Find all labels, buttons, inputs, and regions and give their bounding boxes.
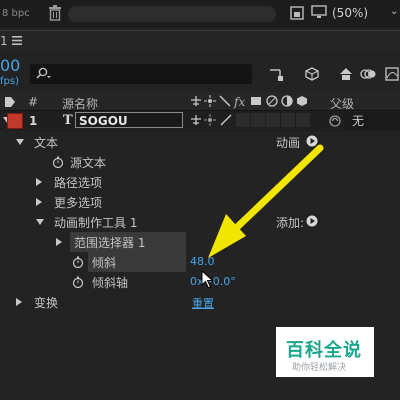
animate-menu-label[interactable]: 动画 bbox=[276, 134, 300, 151]
chevron-down-icon: ⌄ bbox=[390, 6, 399, 17]
path-options-twirl-icon[interactable] bbox=[36, 178, 42, 186]
motion-blur-icon[interactable] bbox=[360, 66, 376, 82]
parent-pickwhip-icon[interactable] bbox=[328, 114, 342, 128]
layer-adjustment-switch[interactable] bbox=[281, 113, 295, 127]
add-menu-label[interactable]: 添加: bbox=[276, 214, 304, 231]
search-icon bbox=[36, 67, 51, 79]
panel-menu-icon[interactable] bbox=[12, 36, 22, 45]
layer-effects-switch[interactable] bbox=[236, 113, 250, 127]
watermark-title: 百科全说 bbox=[286, 340, 362, 361]
tilt-value[interactable]: 48.0 bbox=[190, 255, 215, 268]
tilt-axis-label: 倾斜轴 bbox=[92, 276, 129, 290]
more-options-label: 更多选项 bbox=[54, 196, 103, 210]
range-selector-label[interactable]: 范围选择器 1 bbox=[74, 234, 145, 251]
layer-3d-switch[interactable] bbox=[296, 113, 310, 127]
transform-twirl-icon[interactable] bbox=[16, 298, 22, 306]
bit-depth-button[interactable]: 8 bpc bbox=[2, 8, 30, 19]
animator-twirl-down-icon[interactable] bbox=[36, 219, 44, 225]
label-tag-icon[interactable] bbox=[4, 96, 16, 108]
layer-label-color[interactable] bbox=[7, 113, 23, 129]
panel-tab-label[interactable]: 1 bbox=[0, 34, 8, 48]
more-options-twirl-icon[interactable] bbox=[36, 198, 42, 206]
range-selector-twirl-icon[interactable] bbox=[56, 238, 62, 246]
layer-frame-blend-switch[interactable] bbox=[251, 113, 265, 127]
text-group-label: 文本 bbox=[34, 136, 59, 150]
animate-play-icon[interactable] bbox=[306, 135, 318, 147]
mouse-cursor-icon bbox=[201, 270, 214, 289]
text-group-row bbox=[0, 132, 400, 152]
layer-number: 1 bbox=[29, 114, 38, 128]
timeline-scrollbar[interactable] bbox=[68, 6, 276, 22]
comp-mini-flowchart-icon[interactable] bbox=[290, 6, 304, 20]
layer-collapse-switch-icon[interactable] bbox=[204, 114, 216, 126]
watermark-subtitle: 助你轻松解决 bbox=[292, 363, 347, 373]
layer-quality-switch-icon[interactable] bbox=[220, 114, 232, 126]
shy-switch-icon[interactable] bbox=[190, 95, 202, 107]
adjustment-layer-switch-icon[interactable] bbox=[281, 95, 293, 107]
motion-blur-switch-icon[interactable] bbox=[266, 95, 278, 107]
text-layer-icon: T bbox=[63, 113, 73, 128]
panel-tab-bar bbox=[0, 30, 400, 51]
trash-icon[interactable] bbox=[48, 5, 62, 21]
zoom-value: (50%) bbox=[332, 6, 369, 20]
comp-flowchart-icon[interactable] bbox=[268, 66, 284, 82]
parent-dropdown[interactable]: 无 bbox=[344, 112, 400, 130]
graph-editor-icon[interactable] bbox=[384, 66, 400, 82]
source-text-label: 源文本 bbox=[70, 156, 107, 170]
layer-motion-blur-switch[interactable] bbox=[266, 113, 280, 127]
column-layer-number[interactable]: # bbox=[28, 95, 38, 109]
stopwatch-icon[interactable] bbox=[52, 156, 64, 168]
column-source-name[interactable]: 源名称 bbox=[62, 95, 98, 112]
animator-label[interactable]: 动画制作工具 1 bbox=[54, 214, 137, 231]
3d-layer-switch-icon[interactable] bbox=[296, 95, 308, 107]
transform-label: 变换 bbox=[34, 296, 59, 310]
collapse-switch-icon[interactable] bbox=[204, 95, 216, 107]
fps-label: fps) bbox=[0, 76, 19, 87]
path-options-label: 路径选项 bbox=[54, 176, 103, 190]
column-parent[interactable]: 父级 bbox=[330, 95, 354, 112]
tilt-axis-stopwatch-icon[interactable] bbox=[72, 276, 84, 288]
quality-switch-icon[interactable] bbox=[219, 95, 231, 107]
3d-cube-icon[interactable] bbox=[304, 66, 320, 82]
search-input[interactable] bbox=[30, 64, 252, 84]
add-play-icon[interactable] bbox=[306, 215, 318, 227]
frame-blending-icon[interactable] bbox=[338, 66, 354, 82]
reset-link[interactable]: 重置 bbox=[192, 295, 214, 311]
current-time-display[interactable]: 00 bbox=[0, 56, 20, 75]
text-twirl-down-icon[interactable] bbox=[16, 139, 24, 145]
tilt-stopwatch-icon[interactable] bbox=[72, 256, 84, 268]
effects-switch-icon[interactable]: fx bbox=[234, 95, 245, 109]
tilt-label: 倾斜 bbox=[92, 256, 117, 270]
zoom-dropdown[interactable]: (50%) ⌄ bbox=[332, 6, 400, 24]
layer-shy-switch-icon[interactable] bbox=[190, 114, 202, 126]
monitor-icon[interactable] bbox=[311, 5, 327, 19]
layer-name-field[interactable]: SOGOU bbox=[75, 112, 183, 128]
frame-blend-switch-icon[interactable] bbox=[250, 95, 262, 107]
